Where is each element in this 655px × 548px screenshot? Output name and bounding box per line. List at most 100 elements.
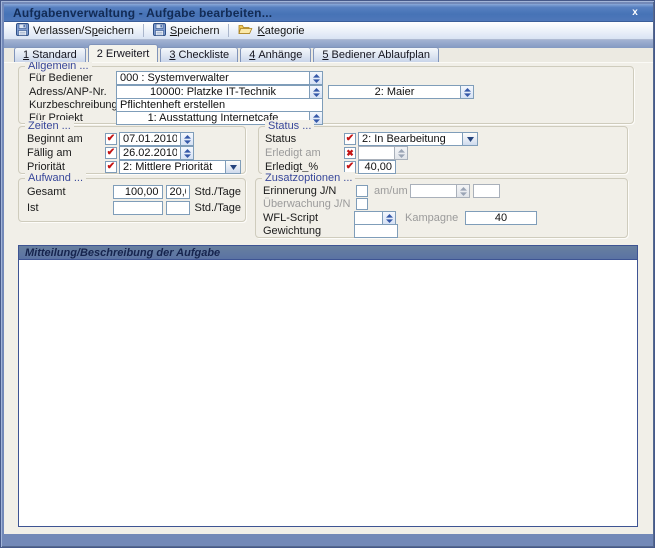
erledigt-prozent-field — [358, 160, 396, 174]
save-button[interactable]: Speichern — [147, 22, 226, 40]
kurzbeschreibung-field — [116, 98, 323, 112]
save-icon — [16, 23, 29, 39]
erledigt-am-label: Erledigt am — [265, 147, 344, 159]
folder-open-icon — [238, 23, 253, 38]
erledigt-am-checkbox[interactable] — [344, 147, 356, 159]
spinner-updown-icon[interactable] — [456, 185, 469, 197]
faellig-am-label: Fällig am — [27, 147, 105, 159]
gesamt-stunden-field — [113, 185, 163, 199]
erledigt-am-field — [358, 146, 408, 160]
chevron-down-icon[interactable] — [462, 133, 477, 145]
fuer-bediener-field — [116, 71, 323, 85]
fuer-bediener-label: Für Bediener — [29, 72, 116, 84]
tab-bediener-ablaufplan[interactable]: 5Bediener Ablaufplan — [313, 47, 439, 62]
tab-standard[interactable]: 1Standard — [14, 47, 86, 62]
ist-stunden-field — [113, 201, 163, 215]
ueberwachung-label: Überwachung J/N — [263, 198, 356, 210]
group-status-caption: Status ... — [265, 120, 314, 132]
leave-save-button[interactable]: Verlassen/Speichern — [10, 22, 140, 40]
gewichtung-field — [354, 224, 398, 238]
beginnt-am-input[interactable] — [120, 133, 180, 145]
prioritaet-checkbox[interactable] — [105, 161, 117, 173]
group-zusatzoptionen-caption: Zusatzoptionen ... — [262, 172, 355, 184]
erinnerung-datum-input[interactable] — [411, 185, 456, 197]
faellig-am-checkbox[interactable] — [105, 147, 117, 159]
status-input[interactable] — [359, 133, 462, 145]
toolbar-separator — [228, 24, 229, 37]
spinner-updown-icon[interactable] — [382, 212, 395, 224]
beginnt-am-checkbox[interactable] — [105, 133, 117, 145]
title-bar: Aufgabenverwaltung - Aufgabe bearbeiten.… — [4, 4, 653, 22]
group-zeiten-caption: Zeiten ... — [25, 120, 74, 132]
ist-tage-input[interactable] — [167, 202, 189, 214]
kurzbeschreibung-input[interactable] — [117, 99, 322, 111]
save-label: Speichern — [170, 25, 220, 37]
fuer-bediener-input[interactable] — [117, 72, 309, 84]
erinnerung-datum-field — [410, 184, 470, 198]
gesamt-stunden-input[interactable] — [114, 186, 162, 198]
toolbar-separator — [143, 24, 144, 37]
ist-stunden-input[interactable] — [114, 202, 162, 214]
erinnerung-checkbox[interactable] — [356, 185, 368, 197]
kampagne-field — [465, 211, 537, 225]
close-button[interactable]: x — [628, 6, 642, 19]
spinner-updown-icon[interactable] — [460, 86, 473, 98]
erinnerung-label: Erinnerung J/N — [263, 185, 356, 197]
gesamt-tage-field — [166, 185, 190, 199]
wfl-script-input[interactable] — [355, 212, 382, 224]
chevron-down-icon[interactable] — [225, 161, 240, 173]
group-status: Status ... Status Erledigt am Erledigt_% — [258, 126, 628, 174]
spinner-updown-icon[interactable] — [394, 147, 407, 159]
adress-anp-field — [116, 85, 323, 99]
gewichtung-label: Gewichtung — [263, 225, 354, 237]
erledigt-prozent-input[interactable] — [359, 161, 395, 173]
kampagne-label: Kampagne — [405, 212, 457, 224]
message-section: Mitteilung/Beschreibung der Aufgabe — [18, 245, 638, 527]
adress-anp-input[interactable] — [117, 86, 309, 98]
group-allgemein: Allgemein ... Für Bediener Adress/ANP-Nr… — [18, 66, 634, 124]
save-icon — [153, 23, 166, 39]
spinner-updown-icon[interactable] — [309, 72, 322, 84]
erledigt-am-input[interactable] — [359, 147, 394, 159]
group-zeiten: Zeiten ... Beginnt am Fällig am Prioritä… — [18, 126, 246, 174]
adress-anp-label: Adress/ANP-Nr. — [29, 86, 116, 98]
tab-strip: 1Standard 2Erweitert 3Checkliste 4Anhäng… — [14, 44, 439, 62]
gesamt-tage-input[interactable] — [167, 186, 189, 198]
wfl-script-label: WFL-Script — [263, 212, 354, 224]
adress-contact-input[interactable] — [329, 86, 460, 98]
spinner-updown-icon[interactable] — [309, 86, 322, 98]
beginnt-am-field — [119, 132, 194, 146]
wfl-script-field — [354, 211, 396, 225]
erinnerung-zeit-field — [473, 184, 500, 198]
tab-page-erweitert: Allgemein ... Für Bediener Adress/ANP-Nr… — [4, 62, 653, 534]
ist-label: Ist — [27, 202, 113, 214]
status-checkbox[interactable] — [344, 133, 356, 145]
kampagne-input[interactable] — [466, 212, 536, 224]
gesamt-label: Gesamt — [27, 186, 113, 198]
prioritaet-dropdown — [119, 160, 241, 174]
window-title: Aufgabenverwaltung - Aufgabe bearbeiten.… — [13, 6, 272, 20]
category-button[interactable]: Kategorie — [232, 22, 310, 39]
ueberwachung-checkbox[interactable] — [356, 198, 368, 210]
tab-anhaenge[interactable]: 4Anhänge — [240, 47, 311, 62]
status-label: Status — [265, 133, 344, 145]
tab-erweitert[interactable]: 2Erweitert — [88, 44, 159, 62]
adress-contact-field — [328, 85, 474, 99]
message-body[interactable] — [19, 260, 637, 526]
tab-checkliste[interactable]: 3Checkliste — [160, 47, 238, 62]
faellig-am-input[interactable] — [120, 147, 180, 159]
group-aufwand: Aufwand ... Gesamt Std./Tage Ist — [18, 178, 246, 222]
ist-tage-field — [166, 201, 190, 215]
group-zusatzoptionen: Zusatzoptionen ... Erinnerung J/N am/um … — [255, 178, 628, 238]
ist-unit-label: Std./Tage — [195, 202, 241, 214]
am-um-label: am/um — [374, 185, 410, 197]
kurzbeschreibung-label: Kurzbeschreibung — [29, 99, 116, 111]
spinner-updown-icon[interactable] — [180, 147, 193, 159]
prioritaet-input[interactable] — [120, 161, 225, 173]
spinner-updown-icon[interactable] — [180, 133, 193, 145]
toolbar: Verlassen/Speichern Speichern Kategorie — [4, 22, 653, 40]
beginnt-am-label: Beginnt am — [27, 133, 105, 145]
erinnerung-zeit-input[interactable] — [474, 185, 499, 197]
status-dropdown — [358, 132, 478, 146]
gewichtung-input[interactable] — [355, 225, 397, 237]
